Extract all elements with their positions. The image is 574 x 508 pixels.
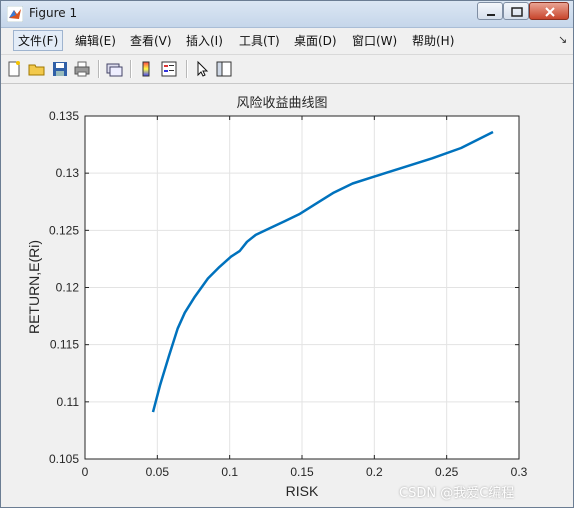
menu-bar: 文件(F) 编辑(E) 查看(V) 插入(I) 工具(T) 桌面(D) 窗口(W… xyxy=(1,28,573,52)
toolbar-separator xyxy=(186,60,188,78)
y-tick-label: 0.105 xyxy=(49,452,79,466)
y-tick-label: 0.125 xyxy=(49,223,79,237)
figure-canvas: 0 0.05 0.1 0.15 0.2 0.25 0.3 0.105 0.11 0.115 0.12… xyxy=(11,84,563,504)
x-tick-label: 0.1 xyxy=(221,465,238,479)
menu-help[interactable]: 帮助(H) xyxy=(412,32,454,49)
open-icon[interactable] xyxy=(28,60,46,78)
x-tick-label: 0.25 xyxy=(435,465,459,479)
x-tick-label: 0.05 xyxy=(146,465,170,479)
panel-icon[interactable] xyxy=(215,60,233,78)
new-figure-icon[interactable] xyxy=(5,60,23,78)
x-axis-label: RISK xyxy=(286,483,319,499)
matlab-icon xyxy=(7,6,23,22)
menu-window[interactable]: 窗口(W) xyxy=(352,32,397,49)
figure-window: Figure 1 文件(F) 编辑(E) 查看(V) 插入(I) 工具(T) 桌… xyxy=(0,0,574,508)
y-tick-label: 0.115 xyxy=(50,338,79,352)
close-button[interactable] xyxy=(529,2,569,20)
menu-desktop[interactable]: 桌面(D) xyxy=(294,32,337,49)
figure-toolbar xyxy=(1,54,573,84)
minimize-icon xyxy=(487,14,495,16)
colorbar-icon[interactable] xyxy=(137,60,155,78)
watermark-text: CSDN @我爱C编程 xyxy=(399,486,515,501)
title-bar[interactable]: Figure 1 xyxy=(1,1,573,28)
line-chart: 0 0.05 0.1 0.15 0.2 0.25 0.3 0.105 0.11 0.115 0.12… xyxy=(26,96,528,499)
link-icon[interactable] xyxy=(105,60,123,78)
window-title: Figure 1 xyxy=(29,6,78,20)
y-tick-label: 0.11 xyxy=(57,395,80,409)
y-tick-label: 0.13 xyxy=(56,166,80,180)
y-tick-label: 0.135 xyxy=(49,109,79,123)
menu-view[interactable]: 查看(V) xyxy=(130,32,172,49)
toolbar-separator xyxy=(98,60,100,78)
arrow-icon[interactable] xyxy=(193,60,211,78)
y-axis-label: RETURN,E(Ri) xyxy=(26,240,42,334)
y-tick-label: 0.12 xyxy=(56,281,80,295)
x-tick-label: 0 xyxy=(82,465,89,479)
menu-insert[interactable]: 插入(I) xyxy=(186,32,223,49)
x-tick-label: 0.15 xyxy=(290,465,314,479)
chart-title: 风险收益曲线图 xyxy=(236,96,327,111)
x-tick-label: 0.2 xyxy=(366,465,383,479)
save-icon[interactable] xyxy=(51,60,69,78)
x-tick-label: 0.3 xyxy=(511,465,528,479)
menu-overflow-icon[interactable]: ↘ xyxy=(558,33,567,46)
toolbar-separator xyxy=(130,60,132,78)
menu-edit[interactable]: 编辑(E) xyxy=(75,32,116,49)
minimize-button[interactable] xyxy=(477,2,503,20)
maximize-icon xyxy=(511,7,523,17)
menu-tools[interactable]: 工具(T) xyxy=(239,32,280,49)
close-icon xyxy=(545,7,555,17)
legend-icon[interactable] xyxy=(160,60,178,78)
print-icon[interactable] xyxy=(73,60,91,78)
maximize-button[interactable] xyxy=(503,2,529,20)
menu-file[interactable]: 文件(F) xyxy=(13,30,64,51)
